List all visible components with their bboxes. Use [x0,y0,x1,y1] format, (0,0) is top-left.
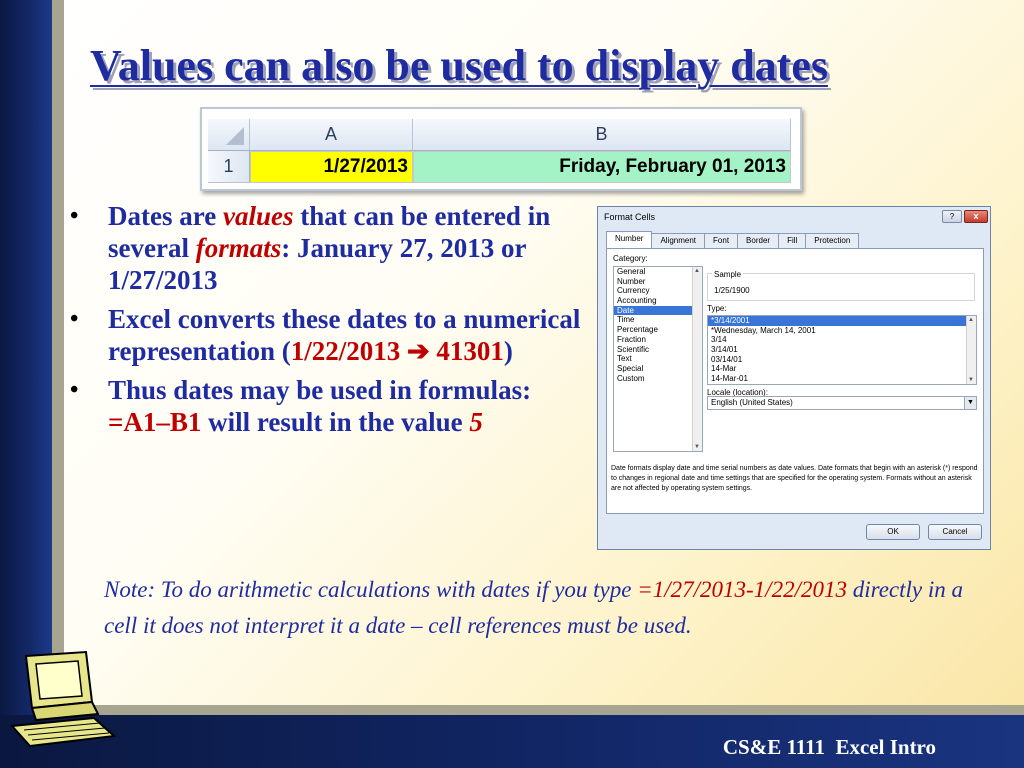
tab-number[interactable]: Number [606,231,653,248]
row-header-1[interactable]: 1 [208,151,250,183]
category-item[interactable]: Accounting [614,296,702,306]
category-item[interactable]: Currency [614,286,702,296]
bullet-text: will result in the value [201,407,470,437]
note-part: Note: To do arithmetic calculations with… [104,577,638,602]
column-header-a[interactable]: A [250,119,413,151]
format-description: Date formats display date and time seria… [611,465,978,492]
type-scrollbar[interactable]: ▲ ▼ [966,316,976,384]
category-item[interactable]: Custom [614,374,702,384]
cell-b1[interactable]: Friday, February 01, 2013 [413,151,791,183]
sample-value: 1/25/1900 [714,286,750,295]
dialog-tabs: Number Alignment Font Border Fill Protec… [606,231,860,248]
bullet-dates-are-values: Dates are values that can be entered in … [70,200,590,296]
category-item[interactable]: Number [614,277,702,287]
bottom-accent-stripe [52,705,1024,715]
computer-icon [9,650,117,748]
category-label: Category: [613,254,648,263]
tab-font[interactable]: Font [704,233,739,248]
bullet-text: Dates are [108,201,223,231]
type-item[interactable]: 3/14/01 [708,345,976,355]
category-list[interactable]: General Number Currency Accounting Date … [613,266,703,452]
highlight-formula: =A1–B1 [108,407,202,437]
close-icon[interactable]: x [964,210,988,223]
highlight-result: 5 [469,407,483,437]
highlight-serial: 41301 [429,336,504,366]
category-item-selected[interactable]: Date [614,305,702,316]
emphasis-values: values [222,201,294,231]
spreadsheet-snippet: A B 1 1/27/2013 Friday, February 01, 201… [200,107,802,191]
category-scrollbar[interactable]: ▲ ▼ [692,267,702,451]
column-header-b[interactable]: B [413,119,791,151]
scroll-down-icon[interactable]: ▼ [968,377,974,383]
bullet-numerical-representation: Excel converts these dates to a numerica… [70,303,590,367]
ok-button[interactable]: OK [866,524,920,540]
type-item[interactable]: 03/14/01 [708,355,976,365]
bullet-list: Dates are values that can be entered in … [70,200,590,445]
category-item[interactable]: Time [614,315,702,325]
footer-course-label: CS&E 1111 Excel Intro [722,735,936,759]
category-item[interactable]: Special [614,364,702,374]
type-item[interactable]: 3/14 [708,335,976,345]
emphasis-formats: formats [195,233,282,263]
scroll-down-icon[interactable]: ▼ [694,444,700,450]
type-item[interactable]: 14-Mar-01 [708,374,976,384]
type-item[interactable]: 14-Mar [708,364,976,374]
help-icon[interactable]: ? [942,210,962,223]
number-tab-panel: Category: General Number Currency Accoun… [606,248,984,514]
scroll-up-icon[interactable]: ▲ [694,268,700,274]
highlight-date: 1/22/2013 [290,336,407,366]
sample-label: Sample [712,270,744,279]
select-all-corner[interactable] [208,119,250,151]
format-cells-dialog: Format Cells ? x Number Alignment Font B… [597,206,991,550]
tab-protection[interactable]: Protection [805,233,860,248]
type-list[interactable]: *3/14/2001 *Wednesday, March 14, 2001 3/… [707,315,977,385]
category-item[interactable]: Scientific [614,345,702,355]
cell-a1[interactable]: 1/27/2013 [250,151,413,183]
bullet-text: Thus dates may be used in formulas: [108,375,532,405]
type-item-selected[interactable]: *3/14/2001 [708,316,976,326]
category-item[interactable]: Text [614,354,702,364]
slide-title: Values can also be used to display dates [90,41,828,90]
tab-border[interactable]: Border [737,233,780,248]
category-item[interactable]: Percentage [614,325,702,335]
locale-select[interactable]: English (United States) ▼ [707,396,977,410]
type-item[interactable]: *Wednesday, March 14, 2001 [708,326,976,336]
chevron-down-icon[interactable]: ▼ [964,397,976,409]
tab-alignment[interactable]: Alignment [651,233,706,248]
category-item[interactable]: General [614,267,702,277]
dialog-title: Format Cells [604,212,656,222]
sample-group: Sample 1/25/1900 [707,270,975,301]
scroll-up-icon[interactable]: ▲ [968,317,974,323]
note-text: Note: To do arithmetic calculations with… [104,572,964,644]
bullet-formulas: Thus dates may be used in formulas: =A1–… [70,374,590,438]
category-item[interactable]: Fraction [614,335,702,345]
tab-fill[interactable]: Fill [778,233,807,248]
cancel-button[interactable]: Cancel [928,524,982,540]
locale-value: English (United States) [711,398,793,407]
note-formula: =1/27/2013-1/22/2013 [637,577,847,602]
type-label: Type: [707,304,727,313]
left-accent-stripe [52,0,64,706]
arrow-icon: ➔ [407,336,430,366]
bullet-text: ) [503,336,513,366]
